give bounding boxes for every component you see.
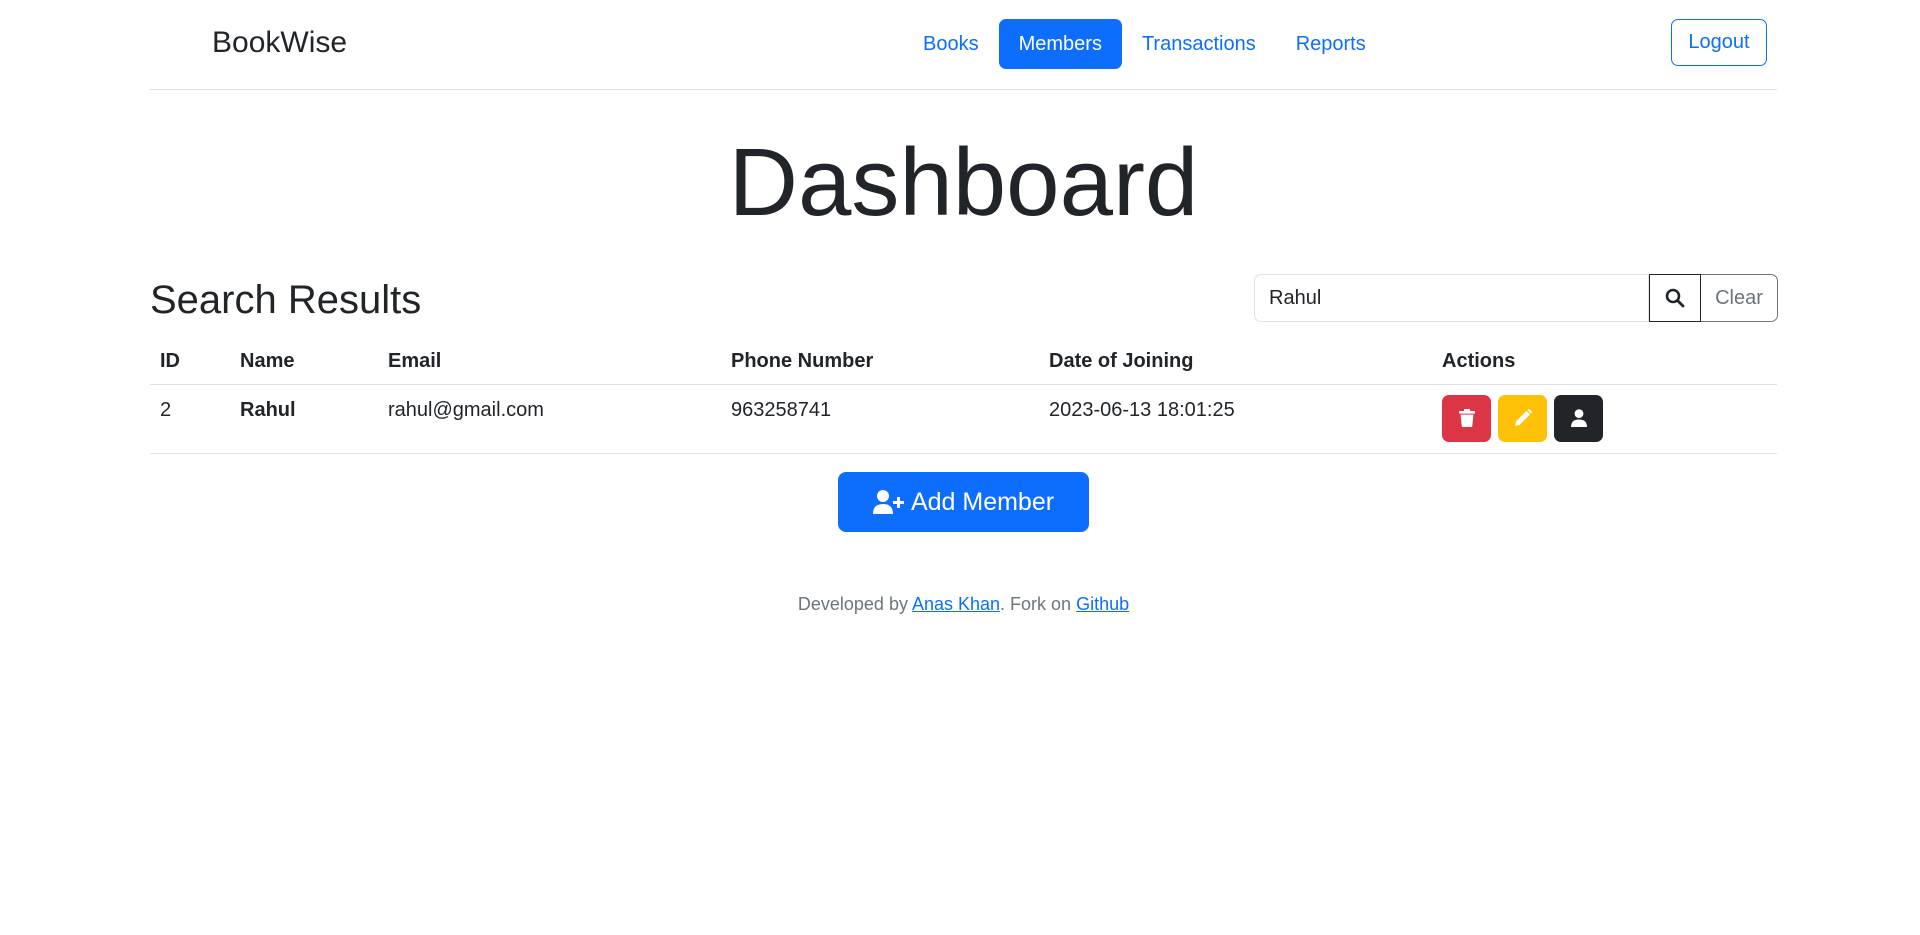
cell-email: rahul@gmail.com [378,384,721,454]
top-navbar: BookWise Books Members Transactions Repo… [150,0,1777,90]
edit-member-button[interactable] [1498,394,1547,442]
column-header-email: Email [378,339,721,385]
logout-button[interactable]: Logout [1671,19,1767,66]
section-title: Search Results [150,278,422,322]
github-link[interactable]: Github [1076,594,1129,614]
table-header-row: ID Name Email Phone Number Date of Joini… [150,339,1777,385]
cell-actions [1432,384,1777,454]
clear-button[interactable]: Clear [1701,274,1778,322]
search-form: Clear [1254,274,1778,322]
table-row: 2 Rahul rahul@gmail.com 963258741 2023-0… [150,384,1777,454]
user-icon [1570,409,1587,427]
search-button[interactable] [1649,274,1701,322]
pencil-icon [1514,409,1532,426]
nav-transactions[interactable]: Transactions [1122,19,1276,69]
cell-id: 2 [150,384,230,454]
column-header-phone: Phone Number [721,339,1039,385]
column-header-actions: Actions [1432,339,1777,385]
search-icon [1665,288,1685,308]
cell-phone: 963258741 [721,384,1039,454]
members-table: ID Name Email Phone Number Date of Joini… [150,339,1777,454]
main-nav: Books Members Transactions Reports [903,19,1386,69]
column-header-date-joining: Date of Joining [1039,339,1432,385]
delete-member-button[interactable] [1442,394,1491,442]
column-header-id: ID [150,339,230,385]
view-member-button[interactable] [1554,394,1603,442]
add-member-label: Add Member [910,487,1055,516]
nav-books[interactable]: Books [903,19,999,69]
add-member-button[interactable]: Add Member [838,472,1089,532]
page-title: Dashboard [728,129,1199,236]
cell-name: Rahul [230,384,378,454]
user-plus-icon [872,490,904,514]
brand-logo[interactable]: BookWise [212,26,347,60]
column-header-name: Name [230,339,378,385]
nav-reports[interactable]: Reports [1276,19,1386,69]
page-container: BookWise Books Members Transactions Repo… [150,0,1778,614]
footer-prefix: Developed by [797,594,912,614]
nav-members[interactable]: Members [998,19,1122,69]
footer: Developed by Anas Khan. Fork on Github [150,594,1777,615]
trash-icon [1458,409,1475,427]
search-input[interactable] [1254,274,1649,322]
author-link[interactable]: Anas Khan [912,594,1000,614]
row-actions [1442,394,1767,442]
footer-middle: . Fork on [1000,594,1077,614]
cell-date-joining: 2023-06-13 18:01:25 [1039,384,1432,454]
